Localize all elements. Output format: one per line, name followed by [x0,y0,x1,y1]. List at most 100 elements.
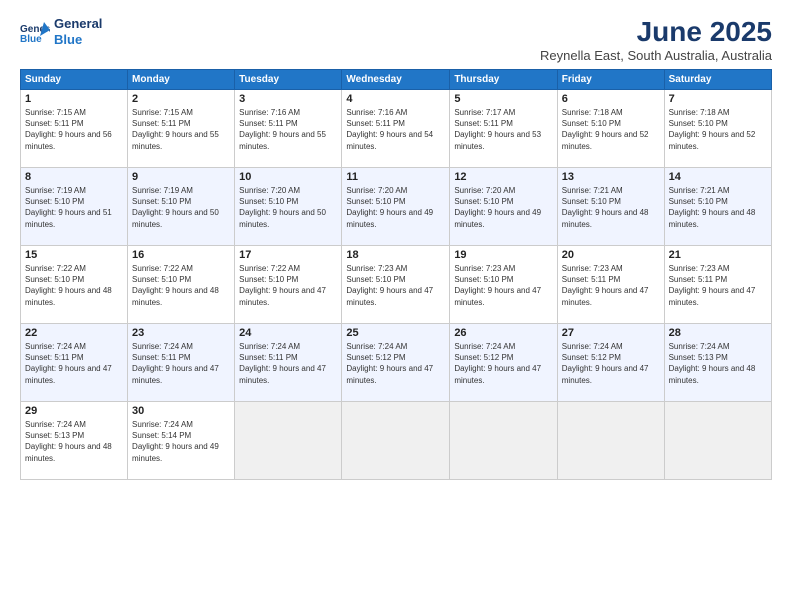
calendar-table: Sunday Monday Tuesday Wednesday Thursday… [20,69,772,480]
day-info: Sunrise: 7:24 AMSunset: 5:12 PMDaylight:… [562,341,660,386]
day-info: Sunrise: 7:22 AMSunset: 5:10 PMDaylight:… [25,263,123,308]
day-number: 6 [562,93,660,105]
day-info: Sunrise: 7:24 AMSunset: 5:11 PMDaylight:… [25,341,123,386]
month-title: June 2025 [540,16,772,48]
day-number: 13 [562,171,660,183]
table-row [450,402,557,480]
day-info: Sunrise: 7:24 AMSunset: 5:13 PMDaylight:… [25,419,123,464]
day-info: Sunrise: 7:19 AMSunset: 5:10 PMDaylight:… [132,185,230,230]
table-row: 26 Sunrise: 7:24 AMSunset: 5:12 PMDayligh… [450,324,557,402]
day-number: 3 [239,93,337,105]
day-info: Sunrise: 7:18 AMSunset: 5:10 PMDaylight:… [562,107,660,152]
table-row: 13 Sunrise: 7:21 AMSunset: 5:10 PMDayligh… [557,168,664,246]
day-info: Sunrise: 7:16 AMSunset: 5:11 PMDaylight:… [346,107,445,152]
day-number: 25 [346,327,445,339]
table-row: 22 Sunrise: 7:24 AMSunset: 5:11 PMDayligh… [21,324,128,402]
day-number: 14 [669,171,767,183]
calendar-week-row: 22 Sunrise: 7:24 AMSunset: 5:11 PMDayligh… [21,324,772,402]
table-row: 15 Sunrise: 7:22 AMSunset: 5:10 PMDayligh… [21,246,128,324]
table-row: 25 Sunrise: 7:24 AMSunset: 5:12 PMDayligh… [342,324,450,402]
table-row: 18 Sunrise: 7:23 AMSunset: 5:10 PMDayligh… [342,246,450,324]
calendar-week-row: 8 Sunrise: 7:19 AMSunset: 5:10 PMDaylight… [21,168,772,246]
svg-text:Blue: Blue [20,34,42,44]
col-wednesday: Wednesday [342,70,450,90]
col-sunday: Sunday [21,70,128,90]
page-header: General Blue General Blue June 2025 Reyn… [20,16,772,63]
day-info: Sunrise: 7:24 AMSunset: 5:12 PMDaylight:… [346,341,445,386]
title-block: June 2025 Reynella East, South Australia… [540,16,772,63]
day-info: Sunrise: 7:20 AMSunset: 5:10 PMDaylight:… [346,185,445,230]
col-monday: Monday [128,70,235,90]
table-row: 12Sunrise: 7:20 AMSunset: 5:10 PMDayligh… [450,168,557,246]
day-number: 22 [25,327,123,339]
logo: General Blue General Blue [20,16,102,47]
day-info: Sunrise: 7:22 AMSunset: 5:10 PMDaylight:… [239,263,337,308]
table-row [664,402,771,480]
day-number: 23 [132,327,230,339]
col-tuesday: Tuesday [235,70,342,90]
day-info: Sunrise: 7:21 AMSunset: 5:10 PMDaylight:… [562,185,660,230]
table-row: 8 Sunrise: 7:19 AMSunset: 5:10 PMDaylight… [21,168,128,246]
day-info: Sunrise: 7:20 AMSunset: 5:10 PMDaylight:… [239,185,337,230]
logo-text-general: General [54,16,102,32]
day-info: Sunrise: 7:21 AMSunset: 5:10 PMDaylight:… [669,185,767,230]
table-row: 7 Sunrise: 7:18 AMSunset: 5:10 PMDaylight… [664,90,771,168]
calendar-header-row: Sunday Monday Tuesday Wednesday Thursday… [21,70,772,90]
day-number: 17 [239,249,337,261]
day-number: 18 [346,249,445,261]
day-info: Sunrise: 7:22 AMSunset: 5:10 PMDaylight:… [132,263,230,308]
day-info: Sunrise: 7:18 AMSunset: 5:10 PMDaylight:… [669,107,767,152]
table-row: 3 Sunrise: 7:16 AMSunset: 5:11 PMDaylight… [235,90,342,168]
logo-text-blue: Blue [54,32,102,48]
table-row: 5Sunrise: 7:17 AMSunset: 5:11 PMDaylight… [450,90,557,168]
table-row: 29Sunrise: 7:24 AMSunset: 5:13 PMDayligh… [21,402,128,480]
table-row [557,402,664,480]
table-row: 6 Sunrise: 7:18 AMSunset: 5:10 PMDaylight… [557,90,664,168]
table-row: 11 Sunrise: 7:20 AMSunset: 5:10 PMDayligh… [342,168,450,246]
table-row: 20Sunrise: 7:23 AMSunset: 5:11 PMDayligh… [557,246,664,324]
day-info: Sunrise: 7:16 AMSunset: 5:11 PMDaylight:… [239,107,337,152]
calendar-week-row: 29Sunrise: 7:24 AMSunset: 5:13 PMDayligh… [21,402,772,480]
day-info: Sunrise: 7:24 AMSunset: 5:11 PMDaylight:… [239,341,337,386]
day-info: Sunrise: 7:24 AMSunset: 5:13 PMDaylight:… [669,341,767,386]
col-friday: Friday [557,70,664,90]
table-row: 16 Sunrise: 7:22 AMSunset: 5:10 PMDayligh… [128,246,235,324]
table-row [235,402,342,480]
day-info: Sunrise: 7:24 AMSunset: 5:11 PMDaylight:… [132,341,230,386]
calendar-week-row: 15 Sunrise: 7:22 AMSunset: 5:10 PMDayligh… [21,246,772,324]
day-number: 26 [454,327,552,339]
day-info: Sunrise: 7:23 AMSunset: 5:10 PMDaylight:… [346,263,445,308]
day-info: Sunrise: 7:15 AMSunset: 5:11 PMDaylight:… [132,107,230,152]
day-number: 4 [346,93,445,105]
table-row: 14 Sunrise: 7:21 AMSunset: 5:10 PMDayligh… [664,168,771,246]
table-row: 17 Sunrise: 7:22 AMSunset: 5:10 PMDayligh… [235,246,342,324]
day-number: 16 [132,249,230,261]
table-row: 27Sunrise: 7:24 AMSunset: 5:12 PMDayligh… [557,324,664,402]
day-info: Sunrise: 7:23 AMSunset: 5:11 PMDaylight:… [562,263,660,308]
table-row: 24Sunrise: 7:24 AMSunset: 5:11 PMDayligh… [235,324,342,402]
day-info: Sunrise: 7:19 AMSunset: 5:10 PMDaylight:… [25,185,123,230]
day-info: Sunrise: 7:15 AMSunset: 5:11 PMDaylight:… [25,107,123,152]
day-number: 5 [454,93,552,105]
day-info: Sunrise: 7:24 AMSunset: 5:12 PMDaylight:… [454,341,552,386]
day-number: 8 [25,171,123,183]
table-row: 10 Sunrise: 7:20 AMSunset: 5:10 PMDayligh… [235,168,342,246]
col-saturday: Saturday [664,70,771,90]
calendar-page: General Blue General Blue June 2025 Reyn… [0,0,792,612]
table-row: 2Sunrise: 7:15 AMSunset: 5:11 PMDaylight… [128,90,235,168]
logo-icon: General Blue [20,20,50,44]
day-number: 1 [25,93,123,105]
day-number: 11 [346,171,445,183]
day-info: Sunrise: 7:24 AMSunset: 5:14 PMDaylight:… [132,419,230,464]
day-info: Sunrise: 7:23 AMSunset: 5:10 PMDaylight:… [454,263,552,308]
day-number: 7 [669,93,767,105]
day-number: 21 [669,249,767,261]
day-number: 10 [239,171,337,183]
table-row: 1 Sunrise: 7:15 AMSunset: 5:11 PMDaylight… [21,90,128,168]
day-number: 9 [132,171,230,183]
day-number: 15 [25,249,123,261]
table-row: 19Sunrise: 7:23 AMSunset: 5:10 PMDayligh… [450,246,557,324]
table-row [342,402,450,480]
table-row: 9 Sunrise: 7:19 AMSunset: 5:10 PMDaylight… [128,168,235,246]
day-number: 28 [669,327,767,339]
